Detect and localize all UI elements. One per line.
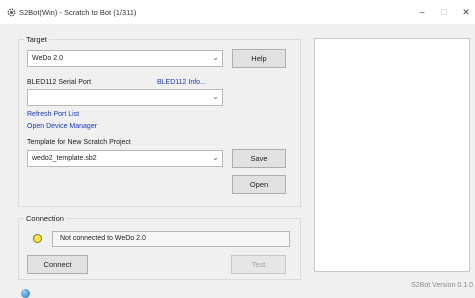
- serial-port-select[interactable]: ⌄: [27, 89, 223, 106]
- refresh-port-list-link[interactable]: Refresh Port List: [27, 111, 79, 118]
- open-device-manager-link[interactable]: Open Device Manager: [27, 123, 97, 130]
- close-button[interactable]: ✕: [452, 3, 475, 21]
- chevron-down-icon: ⌄: [212, 92, 219, 101]
- bled112-info-link[interactable]: BLED112 Info...: [157, 79, 206, 86]
- template-select-value: wedo2_template.sb2: [32, 155, 97, 162]
- open-button[interactable]: Open: [232, 175, 286, 194]
- globe-icon[interactable]: [21, 289, 30, 298]
- status-led-icon: [33, 234, 42, 243]
- serial-port-label: BLED112 Serial Port: [27, 79, 92, 86]
- help-button[interactable]: Help: [232, 49, 286, 68]
- template-label: Template for New Scratch Project: [27, 139, 131, 146]
- chevron-down-icon: ⌄: [212, 53, 219, 62]
- test-button[interactable]: Test: [231, 255, 286, 274]
- connection-group-label: Connection: [24, 214, 66, 223]
- window-title: S2Bot(Win) - Scratch to Bot (1/311): [19, 8, 137, 17]
- target-select[interactable]: WeDo 2.0 ⌄: [27, 50, 223, 67]
- version-label: S2Bot Version 0.1.0: [411, 282, 473, 289]
- template-select[interactable]: wedo2_template.sb2 ⌄: [27, 150, 223, 167]
- connect-button[interactable]: Connect: [27, 255, 88, 274]
- target-select-value: WeDo 2.0: [32, 55, 63, 62]
- log-output[interactable]: [314, 38, 470, 272]
- settings-panel: Target WeDo 2.0 ⌄ Help BLED112 Serial Po…: [0, 24, 312, 298]
- title-bar: S2Bot(Win) - Scratch to Bot (1/311) – □ …: [0, 0, 475, 24]
- log-panel: S2Bot Version 0.1.0: [312, 24, 475, 298]
- connection-status-box: Not connected to WeDo 2.0: [52, 231, 290, 247]
- connection-status-text: Not connected to WeDo 2.0: [60, 235, 146, 242]
- save-button[interactable]: Save: [232, 149, 286, 168]
- chevron-down-icon: ⌄: [212, 153, 219, 162]
- gear-icon: [7, 8, 16, 17]
- target-group-label: Target: [24, 35, 49, 44]
